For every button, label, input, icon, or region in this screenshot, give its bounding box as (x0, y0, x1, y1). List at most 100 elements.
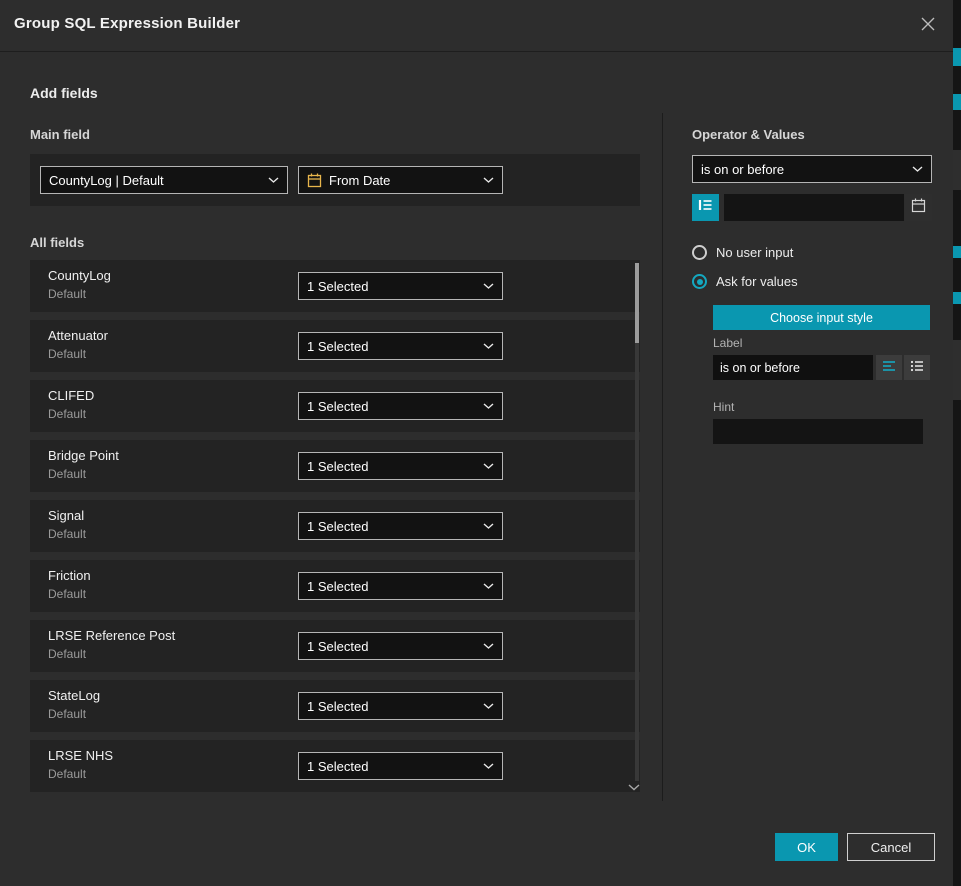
field-selected-value: 1 Selected (307, 579, 477, 594)
field-name: Friction (48, 568, 91, 583)
field-list-icon (698, 198, 713, 217)
field-name: Attenuator (48, 328, 108, 343)
add-fields-heading: Add fields (30, 85, 98, 101)
field-row: Attenuator Default 1 Selected (30, 320, 640, 372)
main-date-field-value: From Date (329, 173, 477, 188)
field-row: LRSE Reference Post Default 1 Selected (30, 620, 640, 672)
field-selected-value: 1 Selected (307, 699, 477, 714)
chevron-down-icon (483, 403, 494, 409)
chevron-down-icon (483, 463, 494, 469)
field-selected-value: 1 Selected (307, 639, 477, 654)
chevron-down-icon (268, 177, 279, 183)
field-type: Default (48, 527, 86, 541)
field-row: Friction Default 1 Selected (30, 560, 640, 612)
field-selected-dropdown[interactable]: 1 Selected (298, 452, 503, 480)
field-selected-dropdown[interactable]: 1 Selected (298, 572, 503, 600)
field-type: Default (48, 587, 86, 601)
field-row: CountyLog Default 1 Selected (30, 260, 640, 312)
close-icon (920, 16, 936, 37)
field-selected-dropdown[interactable]: 1 Selected (298, 632, 503, 660)
chevron-down-icon (483, 703, 494, 709)
chevron-down-icon (483, 283, 494, 289)
all-fields-label: All fields (30, 235, 84, 250)
field-selected-dropdown[interactable]: 1 Selected (298, 692, 503, 720)
main-layer-dropdown[interactable]: CountyLog | Default (40, 166, 288, 194)
hint-input[interactable] (713, 419, 923, 444)
radio-selected-icon (692, 274, 707, 289)
scroll-down-icon[interactable] (628, 784, 640, 791)
set-from-field-button[interactable] (692, 194, 719, 221)
ask-for-values-label: Ask for values (716, 274, 798, 289)
main-field-label: Main field (30, 127, 90, 142)
field-selected-value: 1 Selected (307, 759, 477, 774)
field-type: Default (48, 347, 86, 361)
field-selected-value: 1 Selected (307, 519, 477, 534)
ask-for-values-radio[interactable]: Ask for values (692, 274, 798, 289)
input-style-list-toggle[interactable] (904, 355, 930, 380)
field-type: Default (48, 767, 86, 781)
field-selected-dropdown[interactable]: 1 Selected (298, 332, 503, 360)
field-name: LRSE Reference Post (48, 628, 175, 643)
field-row: Bridge Point Default 1 Selected (30, 440, 640, 492)
field-name: StateLog (48, 688, 100, 703)
field-selected-value: 1 Selected (307, 279, 477, 294)
radio-unselected-icon (692, 245, 707, 260)
value-input-row (692, 194, 932, 221)
chevron-down-icon (912, 166, 923, 172)
field-name: LRSE NHS (48, 748, 113, 763)
field-selected-value: 1 Selected (307, 459, 477, 474)
label-caption: Label (713, 336, 742, 350)
field-type: Default (48, 287, 86, 301)
date-value-input[interactable] (724, 194, 904, 221)
column-divider (662, 113, 663, 801)
field-name: Bridge Point (48, 448, 119, 463)
field-row: StateLog Default 1 Selected (30, 680, 640, 732)
close-button[interactable] (917, 15, 939, 37)
field-type: Default (48, 707, 86, 721)
field-name: Signal (48, 508, 84, 523)
field-type: Default (48, 407, 86, 421)
no-user-input-label: No user input (716, 245, 793, 260)
chevron-down-icon (483, 643, 494, 649)
chevron-down-icon (483, 177, 494, 183)
ok-button[interactable]: OK (775, 833, 838, 861)
field-selected-dropdown[interactable]: 1 Selected (298, 272, 503, 300)
main-field-panel: CountyLog | Default From Date (30, 154, 640, 206)
dialog-title: Group SQL Expression Builder (14, 15, 240, 32)
label-input-row (713, 355, 930, 380)
hint-caption: Hint (713, 400, 734, 414)
align-left-icon (882, 359, 896, 377)
dialog-header: Group SQL Expression Builder (0, 0, 953, 52)
operator-values-heading: Operator & Values (692, 127, 805, 142)
chevron-down-icon (483, 763, 494, 769)
group-sql-expression-builder-dialog: Group SQL Expression Builder Add fields … (0, 0, 953, 886)
field-selected-dropdown[interactable]: 1 Selected (298, 512, 503, 540)
calendar-icon (307, 173, 322, 188)
field-selected-dropdown[interactable]: 1 Selected (298, 752, 503, 780)
list-scrollbar[interactable] (635, 263, 639, 781)
field-name: CountyLog (48, 268, 111, 283)
field-type: Default (48, 647, 86, 661)
choose-input-style-button[interactable]: Choose input style (713, 305, 930, 330)
all-fields-list: CountyLog Default 1 Selected Attenuator … (30, 260, 640, 800)
operator-dropdown[interactable]: is on or before (692, 155, 932, 183)
main-date-field-dropdown[interactable]: From Date (298, 166, 503, 194)
field-selected-value: 1 Selected (307, 339, 477, 354)
operator-dropdown-value: is on or before (701, 162, 906, 177)
background-app-edge (953, 0, 961, 886)
cancel-button[interactable]: Cancel (847, 833, 935, 861)
no-user-input-radio[interactable]: No user input (692, 245, 793, 260)
field-row: CLIFED Default 1 Selected (30, 380, 640, 432)
label-input[interactable] (713, 355, 873, 380)
calendar-icon (911, 198, 926, 218)
field-type: Default (48, 467, 86, 481)
field-selected-dropdown[interactable]: 1 Selected (298, 392, 503, 420)
field-row: Signal Default 1 Selected (30, 500, 640, 552)
date-picker-button[interactable] (905, 194, 932, 221)
field-row: LRSE NHS Default 1 Selected (30, 740, 640, 792)
chevron-down-icon (483, 583, 494, 589)
chevron-down-icon (483, 523, 494, 529)
input-style-text-toggle[interactable] (876, 355, 902, 380)
list-icon (910, 359, 924, 377)
scrollbar-thumb[interactable] (635, 263, 639, 343)
